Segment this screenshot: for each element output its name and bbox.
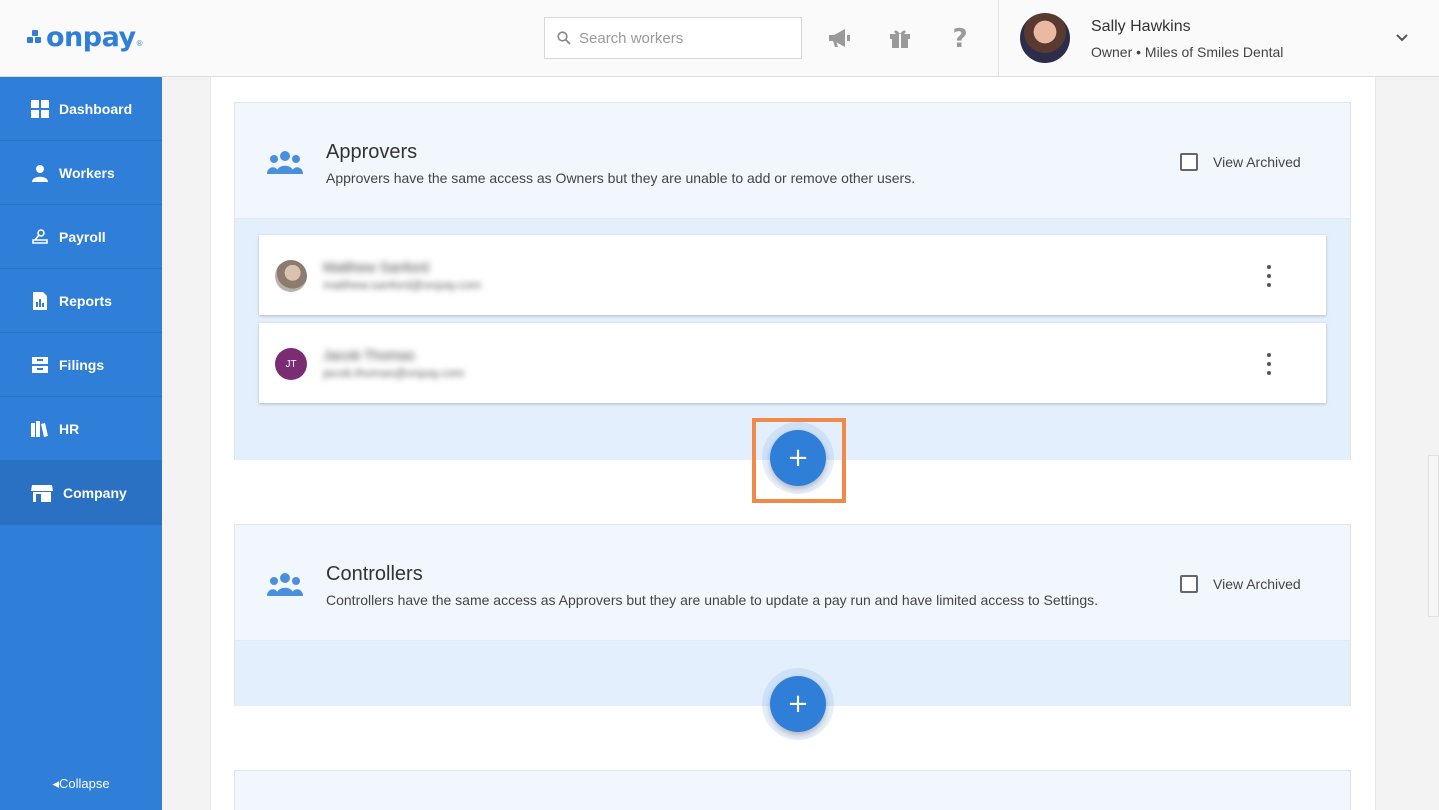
user-card[interactable]: Matthew Sanford matthew.sanford@onpay.co… bbox=[259, 235, 1326, 315]
collapse-button[interactable]: ◂Collapse bbox=[0, 776, 162, 792]
logo-mark-icon bbox=[27, 30, 44, 44]
approvers-section: Approvers Approvers have the same access… bbox=[234, 102, 1351, 460]
dashboard-icon bbox=[30, 99, 50, 119]
sidebar-item-hr[interactable]: HR bbox=[0, 397, 162, 461]
reports-icon bbox=[30, 291, 50, 311]
view-archived-toggle[interactable]: View Archived bbox=[1180, 575, 1301, 593]
sidebar-item-label: Reports bbox=[59, 292, 112, 309]
avatar bbox=[275, 260, 307, 292]
more-options-icon[interactable] bbox=[1259, 353, 1279, 375]
user-card-name: Matthew Sanford bbox=[323, 259, 429, 275]
section-description: Approvers have the same access as Owners… bbox=[326, 170, 916, 186]
user-avatar[interactable] bbox=[1020, 13, 1070, 63]
company-icon bbox=[30, 483, 54, 503]
section-title: Approvers bbox=[326, 141, 418, 163]
group-icon bbox=[267, 573, 303, 596]
sidebar-item-reports[interactable]: Reports bbox=[0, 269, 162, 333]
section-description: Controllers have the same access as Appr… bbox=[326, 592, 1099, 608]
header-divider bbox=[998, 0, 999, 76]
logo-registered: ® bbox=[136, 39, 143, 48]
collapse-label: Collapse bbox=[58, 776, 110, 791]
sidebar-item-label: Company bbox=[63, 484, 127, 501]
user-name[interactable]: Sally Hawkins bbox=[1091, 18, 1191, 36]
view-archived-label: View Archived bbox=[1213, 154, 1301, 170]
sidebar-item-label: Filings bbox=[59, 356, 105, 373]
group-icon bbox=[267, 151, 303, 174]
chevron-down-icon[interactable] bbox=[1394, 30, 1410, 51]
workers-icon bbox=[30, 163, 50, 183]
megaphone-icon[interactable] bbox=[826, 24, 854, 52]
scrollbar[interactable] bbox=[1428, 455, 1439, 617]
sidebar-item-workers[interactable]: Workers bbox=[0, 141, 162, 205]
more-options-icon[interactable] bbox=[1259, 265, 1279, 287]
sidebar-item-dashboard[interactable]: Dashboard bbox=[0, 77, 162, 141]
sidebar-item-label: HR bbox=[59, 420, 80, 437]
sidebar: Dashboard Workers Payroll Reports Filing… bbox=[0, 77, 162, 810]
search-box[interactable] bbox=[544, 17, 802, 59]
controllers-header: Controllers Controllers have the same ac… bbox=[235, 525, 1350, 641]
sidebar-item-payroll[interactable]: Payroll bbox=[0, 205, 162, 269]
sidebar-item-label: Payroll bbox=[59, 228, 106, 245]
section-title: Controllers bbox=[326, 563, 423, 585]
hr-icon bbox=[30, 419, 50, 439]
gift-icon[interactable] bbox=[886, 24, 914, 52]
highlight-box bbox=[752, 418, 846, 503]
sidebar-item-label: Workers bbox=[59, 164, 115, 181]
user-card-name: Jacob Thomas bbox=[323, 347, 415, 363]
user-role: Owner • Miles of Smiles Dental bbox=[1091, 44, 1284, 60]
user-card[interactable]: JT Jacob Thomas jacob.thomas@onpay.com bbox=[259, 323, 1326, 403]
search-icon bbox=[557, 31, 571, 45]
next-section bbox=[234, 770, 1351, 810]
user-card-email: jacob.thomas@onpay.com bbox=[323, 366, 465, 380]
logo-text: onpay bbox=[46, 21, 136, 53]
avatar: JT bbox=[275, 348, 307, 380]
view-archived-label: View Archived bbox=[1213, 576, 1301, 592]
add-controller-button[interactable]: + bbox=[770, 676, 826, 732]
approvers-header: Approvers Approvers have the same access… bbox=[235, 103, 1350, 219]
user-card-email: matthew.sanford@onpay.com bbox=[323, 278, 482, 292]
sidebar-item-label: Dashboard bbox=[59, 100, 133, 117]
svg-text:?: ? bbox=[952, 25, 967, 51]
sidebar-item-filings[interactable]: Filings bbox=[0, 333, 162, 397]
filings-icon bbox=[30, 355, 50, 375]
sidebar-item-company[interactable]: Company bbox=[0, 461, 162, 525]
payroll-icon bbox=[30, 227, 50, 247]
view-archived-toggle[interactable]: View Archived bbox=[1180, 153, 1301, 171]
onpay-logo[interactable]: onpay ® bbox=[27, 21, 143, 53]
view-archived-checkbox[interactable] bbox=[1180, 575, 1198, 593]
search-input[interactable] bbox=[579, 29, 779, 47]
view-archived-checkbox[interactable] bbox=[1180, 153, 1198, 171]
help-icon[interactable]: ? bbox=[946, 24, 974, 52]
top-bar: onpay ® ? Sally Hawkins Owner • Miles of… bbox=[0, 0, 1439, 77]
